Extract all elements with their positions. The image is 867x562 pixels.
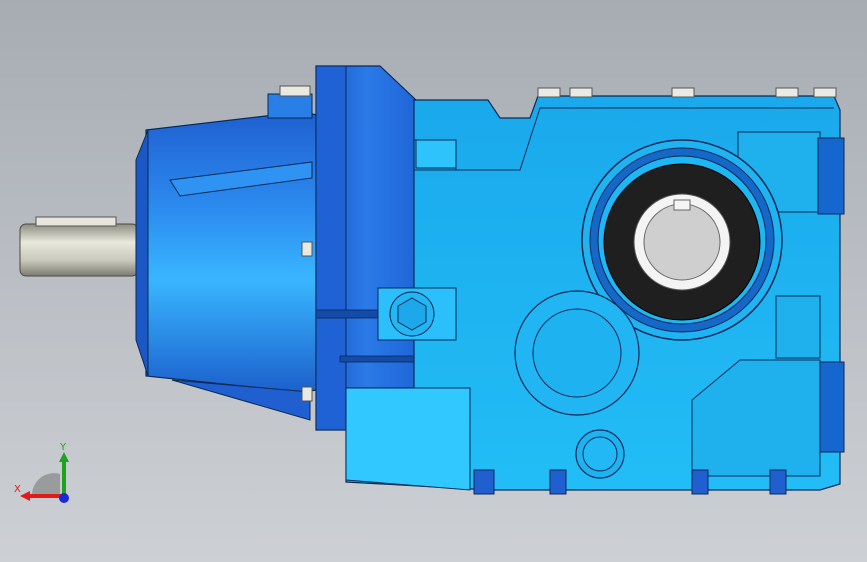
x-axis-arrow-head	[20, 491, 30, 501]
bearing-cover-small[interactable]	[575, 429, 625, 479]
motor-housing[interactable]	[135, 85, 319, 421]
y-axis-arrow-head	[59, 452, 69, 462]
input-shaft[interactable]	[19, 216, 139, 277]
3d-viewport[interactable]: Y X	[0, 0, 867, 562]
hex-plug[interactable]	[377, 287, 457, 341]
gear-reducer-model[interactable]	[0, 0, 867, 562]
axis-triad: Y X	[14, 442, 69, 503]
motor-flange[interactable]	[315, 65, 417, 431]
y-axis-label: Y	[59, 442, 67, 453]
triad-base	[31, 473, 60, 496]
z-axis-dot	[59, 493, 69, 503]
x-axis-label: X	[14, 484, 21, 495]
bearing-cover-large[interactable]	[514, 290, 640, 416]
